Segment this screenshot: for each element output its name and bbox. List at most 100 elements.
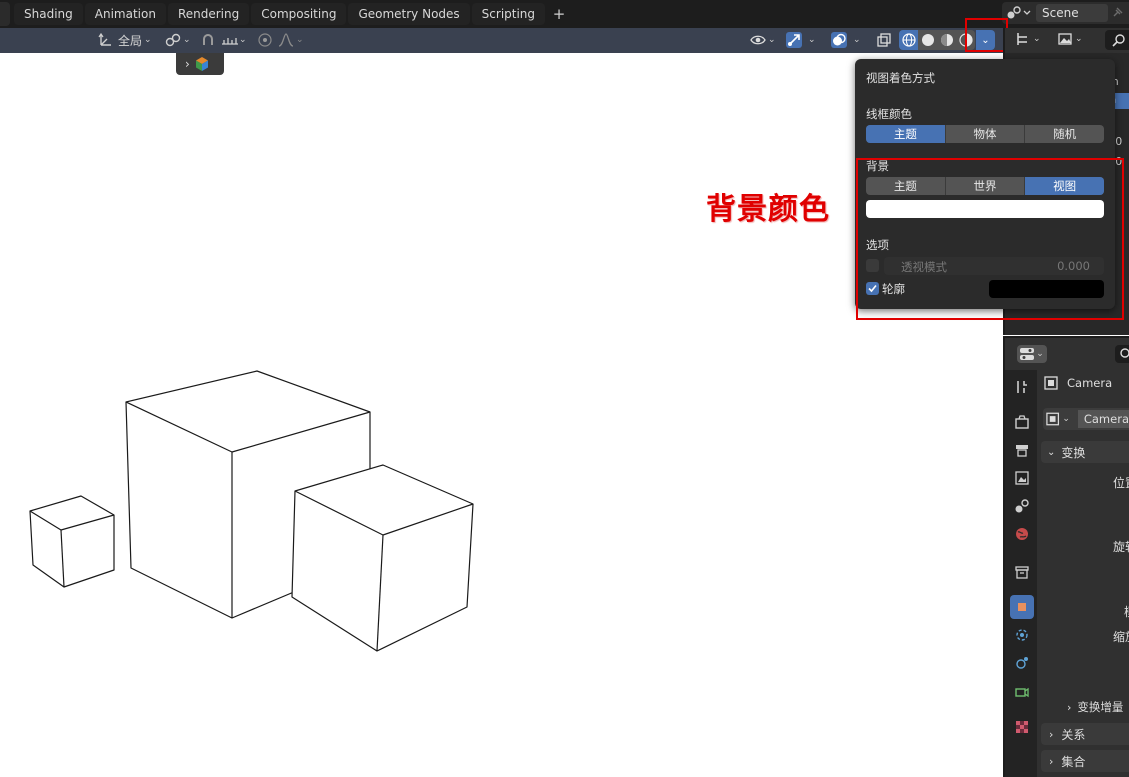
- outline-checkbox[interactable]: [866, 282, 879, 295]
- wireframe-color-random[interactable]: 随机: [1025, 125, 1104, 143]
- chevron-right-icon: ›: [1049, 727, 1054, 741]
- xray-checkbox[interactable]: [866, 259, 879, 272]
- delta-transform-subpanel[interactable]: › 变换增量: [1067, 696, 1129, 718]
- material-shading-button[interactable]: [937, 30, 956, 50]
- chevron-down-icon: ⌄: [183, 35, 191, 45]
- tab-texture[interactable]: [1010, 715, 1034, 739]
- snap-toggle[interactable]: [200, 30, 216, 50]
- background-color-annotation: 背景颜色: [706, 192, 830, 227]
- tab-object-data[interactable]: [1010, 679, 1034, 703]
- proportional-falloff-dropdown[interactable]: ⌄: [278, 30, 304, 50]
- outline-color-swatch[interactable]: [989, 280, 1104, 298]
- wireframe-shading-button[interactable]: [899, 30, 918, 50]
- workspace-tab-scripting[interactable]: Scripting: [471, 3, 546, 25]
- tab-scene[interactable]: [1010, 494, 1034, 518]
- workspace-tab-layout-edge[interactable]: [0, 2, 10, 26]
- rendered-shading-button[interactable]: [956, 30, 975, 50]
- xray-alpha-slider[interactable]: 透视模式 0.000: [884, 257, 1104, 275]
- chevron-down-icon: ⌄: [144, 35, 152, 45]
- workspace-tab-shading[interactable]: Shading: [14, 3, 83, 25]
- shading-options-dropdown[interactable]: ⌄: [976, 30, 995, 50]
- gizmo-icon: [786, 32, 802, 48]
- relations-panel-header[interactable]: › 关系: [1041, 723, 1129, 745]
- chevron-down-icon[interactable]: ⌄: [808, 35, 816, 45]
- viewport-canvas[interactable]: [0, 53, 1003, 777]
- editor-type-dropdown[interactable]: ⌄: [1017, 345, 1047, 363]
- printer-icon: [1016, 445, 1028, 457]
- chevron-down-icon: ⌄: [239, 35, 247, 45]
- data-block-selector[interactable]: ⌄ Camera: [1043, 408, 1129, 430]
- outliner-search-field[interactable]: [1105, 30, 1129, 50]
- filter-dropdown[interactable]: ⌄: [1057, 31, 1083, 47]
- tab-constraints[interactable]: [1010, 623, 1034, 647]
- solid-sphere-icon: [921, 34, 934, 46]
- background-color-swatch[interactable]: [866, 200, 1104, 218]
- wireframe-sphere-icon: [901, 33, 916, 47]
- background-world[interactable]: 世界: [946, 177, 1026, 195]
- proportional-edit-toggle[interactable]: [257, 30, 273, 50]
- snap-increment-icon: [221, 32, 238, 48]
- object-icon: [1046, 412, 1060, 426]
- wireframe-color-theme[interactable]: 主题: [866, 125, 946, 143]
- chevron-right-icon: ›: [1049, 754, 1054, 768]
- chevron-down-icon: ⌄: [1033, 34, 1041, 44]
- properties-search-field[interactable]: [1115, 345, 1129, 363]
- tab-tool[interactable]: [1010, 375, 1034, 399]
- search-icon: [1112, 34, 1125, 47]
- background-viewport[interactable]: 视图: [1025, 177, 1104, 195]
- shading-mode-group: ⌄: [899, 30, 995, 50]
- chevron-down-icon[interactable]: ⌄: [853, 35, 861, 45]
- chevron-down-icon: ⌄: [1075, 34, 1083, 44]
- tab-physics[interactable]: [1010, 651, 1034, 675]
- scene-icon[interactable]: [1002, 2, 1036, 24]
- transform-panel-header[interactable]: ⌄ 变换: [1041, 441, 1129, 463]
- add-workspace-button[interactable]: +: [549, 3, 569, 25]
- background-label: 背景: [866, 159, 889, 173]
- pivot-point-dropdown[interactable]: ⌄: [165, 30, 191, 50]
- pin-icon[interactable]: [1108, 6, 1128, 21]
- viewport-header: 全局 ⌄ ⌄ ⌄ ⌄ ⌄ ⌄ ⌄ ⌄: [0, 28, 1003, 53]
- background-theme[interactable]: 主题: [866, 177, 946, 195]
- medium-cube[interactable]: [291, 464, 474, 652]
- tab-object[interactable]: [1010, 595, 1034, 619]
- eye-select-icon: [750, 32, 766, 48]
- tab-view-layer[interactable]: [1010, 466, 1034, 490]
- workspace-tab-geometry-nodes[interactable]: Geometry Nodes: [348, 3, 470, 25]
- scene-icon: [1015, 499, 1029, 513]
- scene-name[interactable]: Scene: [1036, 4, 1108, 22]
- tab-output[interactable]: [1010, 438, 1034, 462]
- tab-collection[interactable]: [1010, 560, 1034, 584]
- collections-panel-header[interactable]: › 集合: [1041, 750, 1129, 772]
- overlays-toggle[interactable]: ⌄: [831, 30, 861, 50]
- visibility-dropdown[interactable]: ⌄: [750, 30, 776, 50]
- workspace-tab-animation[interactable]: Animation: [84, 3, 166, 25]
- workspace-bar: Shading Animation Rendering Compositing …: [0, 0, 1129, 28]
- snap-target-dropdown[interactable]: ⌄: [221, 30, 247, 50]
- xray-toggle[interactable]: [876, 30, 892, 50]
- object-name: Camera: [1067, 376, 1113, 390]
- wireframe-color-segmented: 主题 物体 随机: [866, 125, 1104, 143]
- scene-selector[interactable]: Scene: [1002, 2, 1129, 24]
- workspace-tab-compositing[interactable]: Compositing: [251, 3, 347, 25]
- overlays-icon: [831, 32, 847, 48]
- tab-render[interactable]: [1010, 410, 1034, 434]
- small-cube[interactable]: [29, 495, 115, 588]
- tab-world[interactable]: [1010, 522, 1034, 546]
- transform-orientation-dropdown[interactable]: 全局 ⌄: [98, 30, 152, 50]
- xray-label: 透视模式: [901, 260, 947, 274]
- location-label: 位置: [1113, 475, 1129, 490]
- falloff-curve-icon: [278, 32, 294, 48]
- orientation-axes-icon: [98, 32, 114, 48]
- wireframe-color-object[interactable]: 物体: [946, 125, 1026, 143]
- mode-label: 模: [1124, 600, 1129, 622]
- data-block-name[interactable]: Camera: [1077, 410, 1129, 428]
- display-mode-dropdown[interactable]: ⌄: [1015, 31, 1041, 47]
- workspace-tab-rendering[interactable]: Rendering: [167, 3, 250, 25]
- chevron-down-icon: ⌄: [1036, 349, 1044, 359]
- solid-shading-button[interactable]: [918, 30, 937, 50]
- proportional-edit-icon: [257, 32, 273, 48]
- gizmo-toggle[interactable]: ⌄: [786, 30, 816, 50]
- link-icon: [165, 32, 181, 48]
- world-icon: [1016, 528, 1028, 540]
- constraint-icon: [1016, 629, 1028, 641]
